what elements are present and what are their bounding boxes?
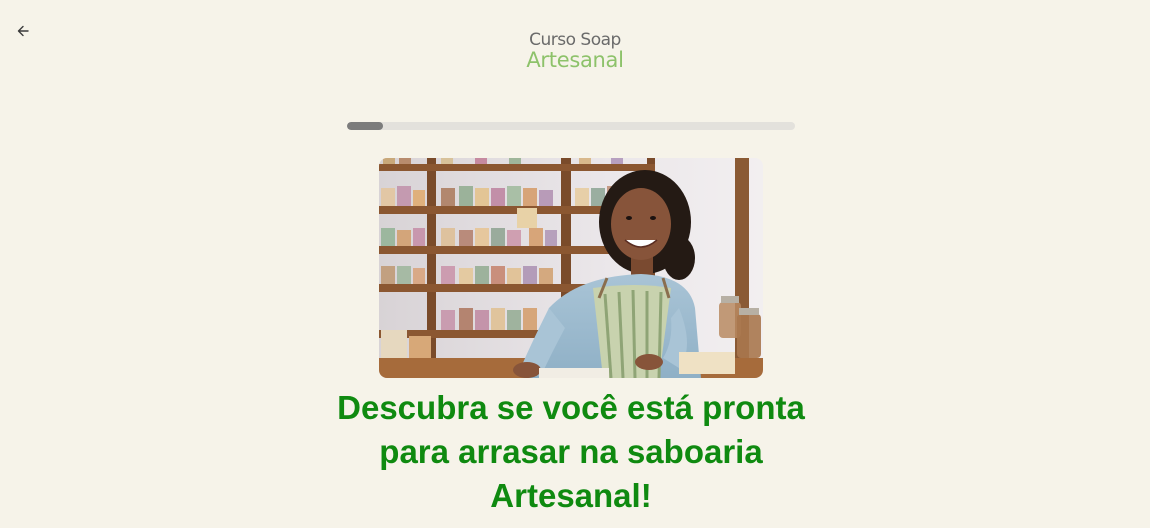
hero-image: [379, 158, 763, 378]
logo-line-1: Curso Soap: [529, 30, 621, 50]
progress-bar-fill: [347, 122, 383, 130]
page-headline: Descubra se você está pronta para arrasa…: [337, 389, 805, 514]
hero-photo-illustration: [379, 158, 763, 378]
progress-bar: [347, 122, 795, 130]
quiz-page: Curso Soap Artesanal Descubra se você es…: [0, 0, 1150, 528]
brand-logo: Curso Soap Artesanal: [0, 32, 1150, 71]
logo-line-2: Artesanal: [526, 48, 624, 72]
